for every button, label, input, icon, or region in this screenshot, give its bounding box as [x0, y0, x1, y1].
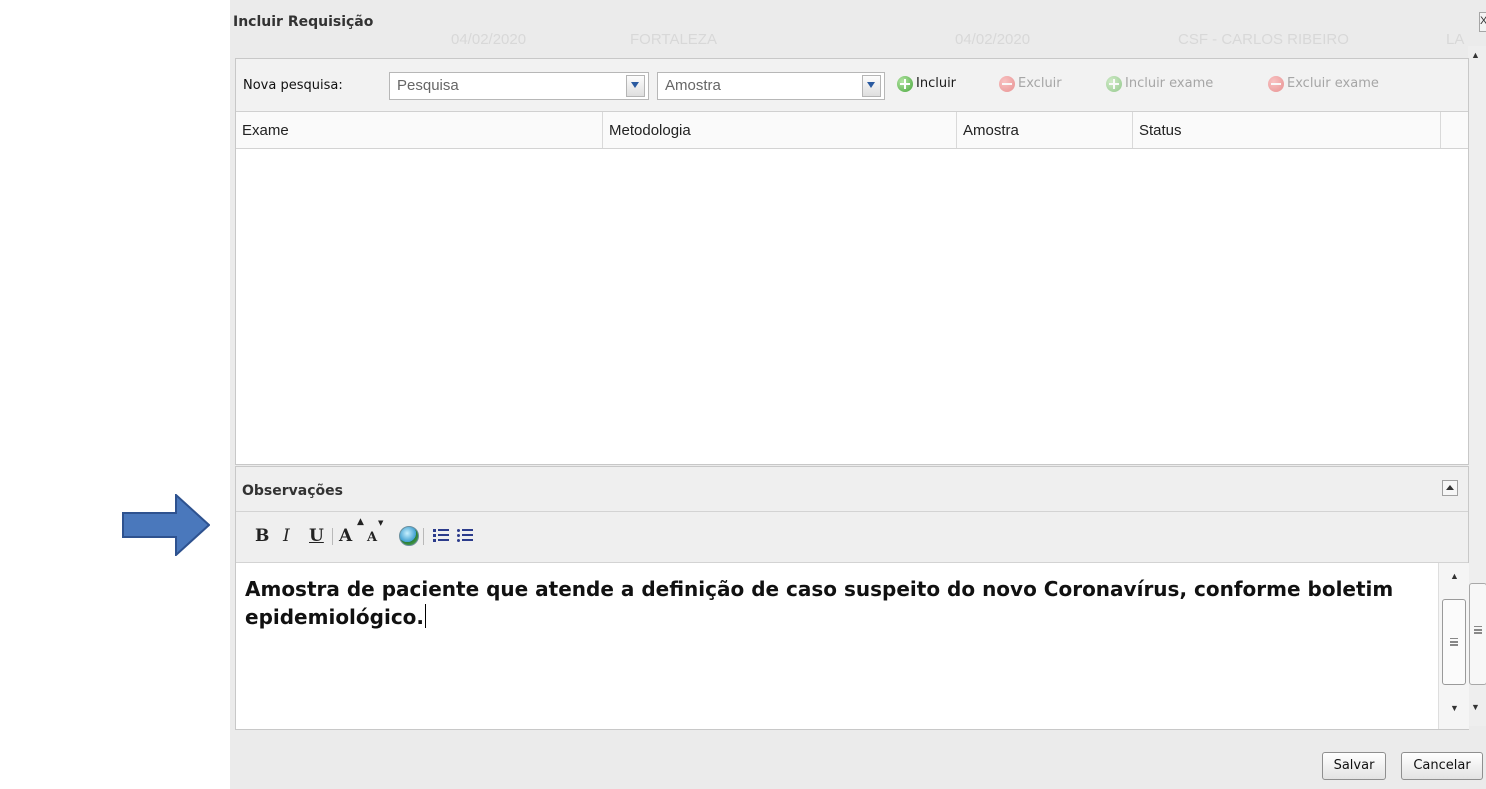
ordered-list-icon[interactable]: [433, 528, 449, 542]
background-date: 04/02/2020: [451, 31, 527, 48]
add-exam-icon: [1106, 76, 1122, 92]
observations-header: Observações: [236, 467, 1468, 512]
remove-button[interactable]: Excluir: [999, 75, 1094, 95]
new-search-label: Nova pesquisa:: [243, 78, 343, 93]
grow-font-arrow-icon: ▲: [357, 517, 364, 527]
column-methodology[interactable]: Metodologia: [603, 112, 957, 148]
remove-exam-icon: [1268, 76, 1284, 92]
observations-editor[interactable]: Amostra de paciente que atende a definiç…: [236, 563, 1438, 729]
remove-exam-button[interactable]: Excluir exame: [1268, 75, 1418, 95]
chevron-down-icon[interactable]: [626, 75, 645, 97]
scroll-up-icon[interactable]: ▲: [1450, 571, 1459, 581]
italic-button[interactable]: I: [283, 526, 290, 546]
editor-scrollbar[interactable]: ▲ ▼: [1438, 563, 1469, 729]
close-icon[interactable]: X: [1479, 12, 1486, 32]
text-caret: [425, 604, 427, 628]
observations-text[interactable]: Amostra de paciente que atende a definiç…: [245, 575, 1425, 631]
add-button-label: Incluir: [916, 76, 957, 91]
column-sample[interactable]: Amostra: [957, 112, 1133, 148]
save-button[interactable]: Salvar: [1322, 752, 1386, 780]
sample-combo-value: Amostra: [665, 77, 721, 94]
rich-text-toolbar: B I U A ▲ A ▼: [236, 512, 1468, 563]
background-date-2: 04/02/2020: [955, 31, 1031, 48]
unordered-list-icon[interactable]: [457, 528, 473, 542]
observations-panel: Observações B I U A ▲ A ▼ Amostra de pac…: [235, 466, 1469, 730]
scroll-down-icon[interactable]: ▼: [1471, 702, 1480, 712]
background-unit: CSF - CARLOS RIBEIRO: [1178, 31, 1349, 48]
search-combo[interactable]: Pesquisa: [389, 72, 649, 100]
toolbar-separator: [332, 528, 333, 545]
background-city: FORTALEZA: [630, 31, 717, 48]
include-request-dialog: Incluir Requisição 04/02/2020 FORTALEZA …: [230, 0, 1486, 789]
scroll-up-icon[interactable]: ▲: [1471, 50, 1480, 60]
remove-exam-button-label: Excluir exame: [1287, 76, 1379, 91]
dialog-titlebar: Incluir Requisição 04/02/2020 FORTALEZA …: [230, 0, 1486, 48]
exam-table-header: Exame Metodologia Amostra Status: [236, 112, 1468, 149]
insert-link-icon[interactable]: [399, 526, 419, 546]
grow-font-button[interactable]: A: [339, 526, 352, 546]
shrink-font-button[interactable]: A: [367, 530, 377, 545]
annotation-arrow-icon: [122, 494, 210, 556]
chevron-down-icon[interactable]: [862, 75, 881, 97]
bold-button[interactable]: B: [255, 526, 269, 546]
exam-toolbar: Nova pesquisa: Pesquisa Amostra Incluir …: [236, 59, 1468, 112]
search-combo-value: Pesquisa: [397, 77, 459, 94]
add-exam-button[interactable]: Incluir exame: [1106, 75, 1246, 95]
toolbar-separator: [423, 528, 424, 545]
background-extra: LA: [1446, 31, 1465, 48]
add-exam-button-label: Incluir exame: [1125, 76, 1214, 91]
column-status[interactable]: Status: [1133, 112, 1441, 148]
column-exam[interactable]: Exame: [236, 112, 603, 148]
exam-table-body: [236, 149, 1468, 464]
shrink-font-arrow-icon: ▼: [378, 519, 384, 527]
add-button[interactable]: Incluir: [897, 75, 987, 95]
scroll-thumb[interactable]: [1442, 599, 1466, 685]
underline-button[interactable]: U: [309, 526, 324, 546]
collapse-icon[interactable]: [1442, 480, 1458, 496]
sample-combo[interactable]: Amostra: [657, 72, 885, 100]
scroll-down-icon[interactable]: ▼: [1450, 703, 1459, 713]
cancel-button[interactable]: Cancelar: [1401, 752, 1483, 780]
observations-title: Observações: [242, 483, 343, 499]
remove-button-label: Excluir: [1018, 76, 1062, 91]
exam-panel: Nova pesquisa: Pesquisa Amostra Incluir …: [235, 58, 1469, 465]
scroll-thumb[interactable]: [1469, 583, 1486, 685]
add-icon: [897, 76, 913, 92]
dialog-title: Incluir Requisição: [233, 14, 374, 30]
dialog-scrollbar[interactable]: ▲ ▼: [1468, 46, 1486, 726]
remove-icon: [999, 76, 1015, 92]
